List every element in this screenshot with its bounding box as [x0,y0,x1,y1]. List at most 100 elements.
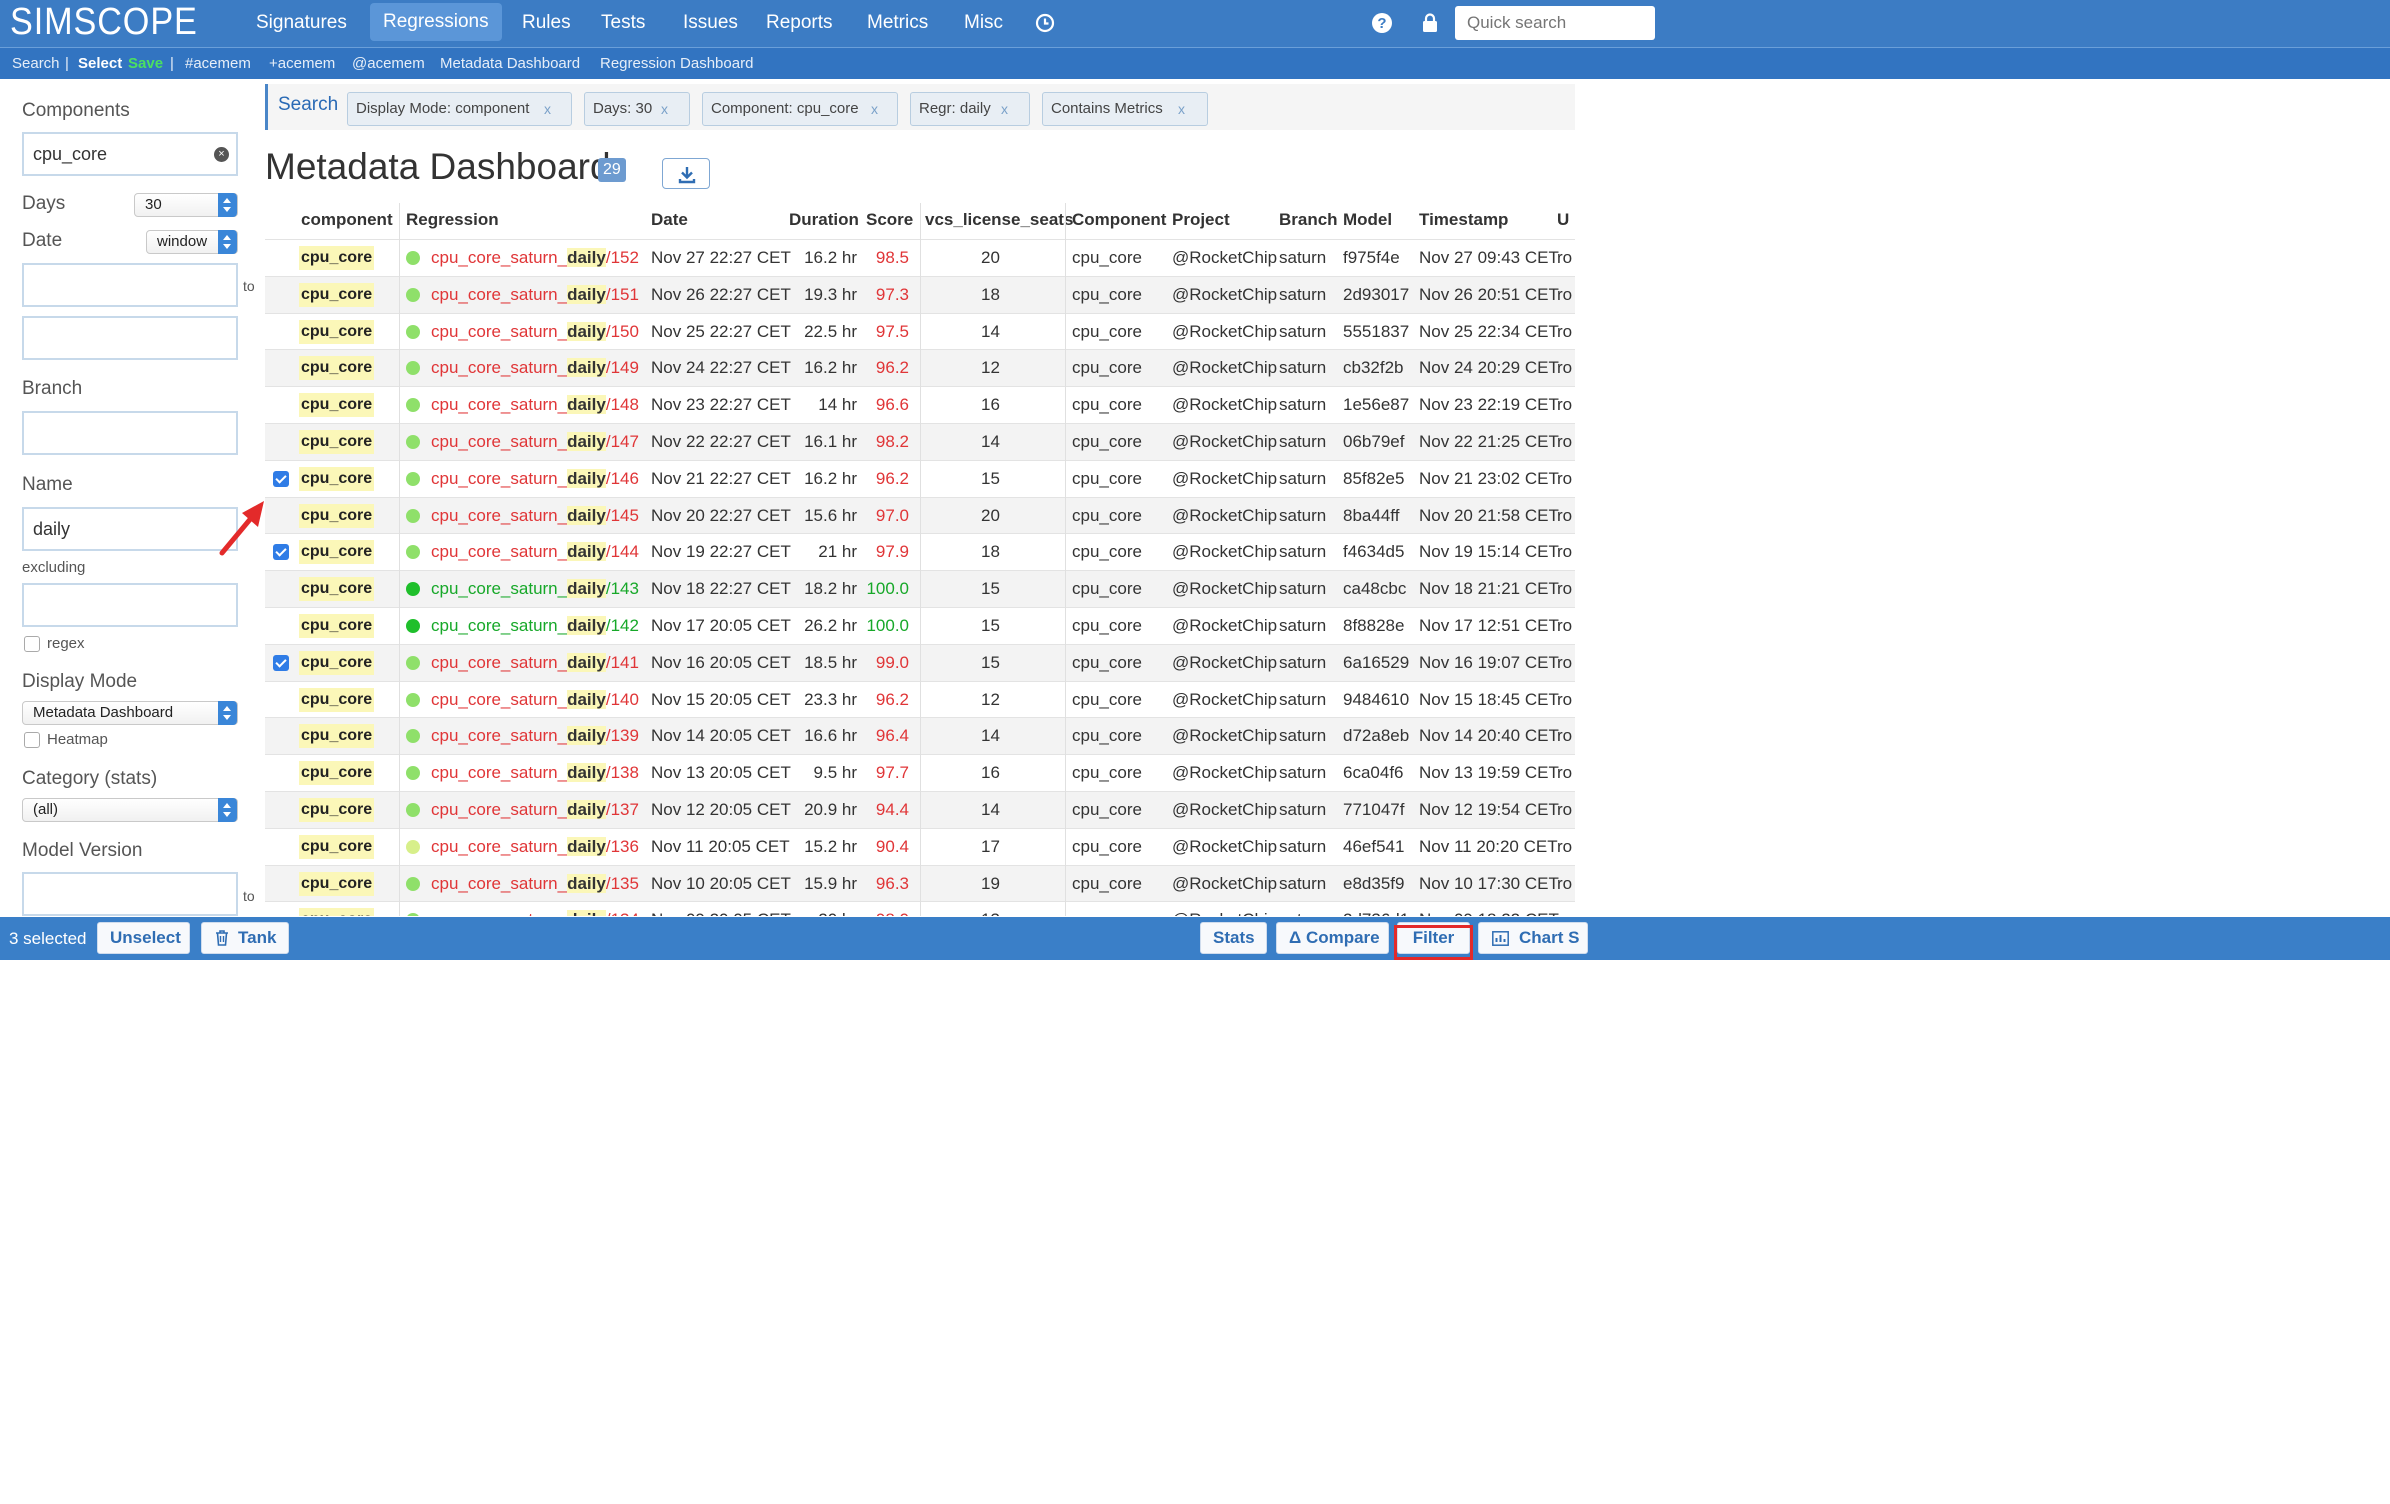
col-header-duration[interactable]: Duration [789,203,859,237]
filter-chip-contains-metrics[interactable]: Contains Metrics x [1042,92,1208,126]
regression-link[interactable]: cpu_core_saturn_daily/139 [431,718,639,754]
component-badge[interactable]: cpu_core [299,430,375,454]
name-field[interactable]: daily [22,507,238,551]
nav-regressions[interactable]: Regressions [370,3,502,41]
col-header-component[interactable]: component [301,203,393,237]
filter-chip-component[interactable]: Component: cpu_core x [702,92,898,126]
subnav-search-link[interactable]: Search [12,48,60,79]
regression-link[interactable]: cpu_core_saturn_daily/137 [431,792,639,828]
brand-logo[interactable]: SIMSCOPE [10,1,198,44]
subnav-link-regression-dashboard[interactable]: Regression Dashboard [600,48,753,79]
regex-checkbox[interactable] [24,636,40,652]
lock-icon[interactable] [1418,11,1442,35]
regression-link[interactable]: cpu_core_saturn_daily/141 [431,645,639,681]
regression-link[interactable]: cpu_core_saturn_daily/147 [431,424,639,460]
excluding-field[interactable] [22,583,238,627]
nav-signatures[interactable]: Signatures [243,0,360,45]
regression-link[interactable]: cpu_core_saturn_daily/136 [431,829,639,865]
row-checkbox-checked[interactable] [273,544,289,561]
component-badge[interactable]: cpu_core [299,356,375,381]
category-select[interactable]: (all) [22,798,238,822]
regression-link[interactable]: cpu_core_saturn_daily/140 [431,682,639,718]
filter-chip-days[interactable]: Days: 30 x [584,92,690,126]
component-badge[interactable]: cpu_core [299,282,375,307]
date-from-field[interactable] [22,263,238,307]
component-badge[interactable]: cpu_core [299,650,375,675]
col-header-u[interactable]: U [1557,203,1569,237]
component-badge[interactable]: cpu_core [299,724,375,749]
component-badge[interactable]: cpu_core [299,834,375,859]
date-select[interactable]: window [146,230,238,254]
subnav-link-hash-acemem[interactable]: #acemem [185,48,251,79]
filter-chip-display-mode[interactable]: Display Mode: component x [347,92,572,126]
component-badge[interactable]: cpu_core [299,466,375,491]
chip-close-icon[interactable]: x [1001,93,1008,125]
subnav-select-link[interactable]: Select [78,48,122,79]
regression-link[interactable]: cpu_core_saturn_daily/150 [431,314,639,350]
regression-link[interactable]: cpu_core_saturn_daily/152 [431,240,639,276]
col-header-date[interactable]: Date [651,203,688,237]
regression-link[interactable]: cpu_core_saturn_daily/138 [431,755,639,791]
chip-close-icon[interactable]: x [871,93,878,125]
branch-field[interactable] [22,411,238,455]
nav-rules[interactable]: Rules [509,0,584,45]
tank-button[interactable]: Tank [201,922,289,954]
col-header-model[interactable]: Model [1343,203,1392,237]
subnav-link-plus-acemem[interactable]: +acemem [269,48,335,79]
chip-close-icon[interactable]: x [544,93,551,125]
display-mode-select[interactable]: Metadata Dashboard [22,701,238,725]
col-header-branch[interactable]: Branch [1279,203,1338,237]
stats-button[interactable]: Stats [1200,922,1267,954]
nav-tests[interactable]: Tests [588,0,658,45]
chart-button[interactable]: Chart S [1478,922,1588,954]
col-header-timestamp[interactable]: Timestamp [1419,203,1508,237]
component-badge[interactable]: cpu_core [299,687,375,712]
chip-close-icon[interactable]: x [1178,93,1185,125]
nav-issues[interactable]: Issues [670,0,751,45]
regression-link[interactable]: cpu_core_saturn_daily/146 [431,461,639,497]
col-header-component-meta[interactable]: Component [1072,203,1166,237]
component-badge[interactable]: cpu_core [299,540,375,565]
regression-link[interactable]: cpu_core_saturn_daily/145 [431,498,639,534]
regression-link[interactable]: cpu_core_saturn_daily/134 [431,902,639,916]
nav-reports[interactable]: Reports [753,0,846,45]
component-badge[interactable]: cpu_core [299,614,375,638]
component-badge[interactable]: cpu_core [299,577,375,602]
filter-chip-regr[interactable]: Regr: daily x [910,92,1030,126]
unselect-button[interactable]: Unselect [97,922,190,954]
col-header-vcs-license-seats[interactable]: vcs_license_seats [925,203,1073,237]
regression-link[interactable]: cpu_core_saturn_daily/148 [431,387,639,423]
quick-search-input[interactable] [1455,6,1655,40]
subnav-link-at-acemem[interactable]: @acemem [352,48,425,79]
components-field[interactable]: cpu_core × [22,132,238,176]
nav-misc[interactable]: Misc [951,0,1016,45]
clear-icon[interactable]: × [214,147,229,162]
col-header-project[interactable]: Project [1172,203,1230,237]
regression-link[interactable]: cpu_core_saturn_daily/135 [431,866,639,902]
col-header-score[interactable]: Score [866,203,913,237]
component-badge[interactable]: cpu_core [299,908,375,916]
regression-link[interactable]: cpu_core_saturn_daily/144 [431,534,639,570]
component-badge[interactable]: cpu_core [299,798,375,822]
col-header-regression[interactable]: Regression [406,203,499,237]
component-badge[interactable]: cpu_core [299,393,375,418]
nav-metrics[interactable]: Metrics [854,0,941,45]
component-badge[interactable]: cpu_core [299,503,375,528]
days-select[interactable]: 30 [134,193,238,217]
compare-button[interactable]: Δ Compare [1276,922,1389,954]
help-icon[interactable]: ? [1370,11,1394,35]
heatmap-checkbox[interactable] [24,732,40,748]
regression-link[interactable]: cpu_core_saturn_daily/151 [431,277,639,313]
download-button[interactable] [662,158,710,189]
chip-close-icon[interactable]: x [661,93,668,125]
row-checkbox-checked[interactable] [273,654,289,671]
subnav-save-link[interactable]: Save [128,48,163,79]
history-clock-icon[interactable] [1033,11,1057,35]
regression-link[interactable]: cpu_core_saturn_daily/149 [431,350,639,386]
date-to-field[interactable] [22,316,238,360]
subnav-link-metadata-dashboard[interactable]: Metadata Dashboard [440,48,580,79]
component-badge[interactable]: cpu_core [299,871,375,896]
row-checkbox-checked[interactable] [273,470,289,487]
regression-link[interactable]: cpu_core_saturn_daily/142 [431,608,639,644]
regression-link[interactable]: cpu_core_saturn_daily/143 [431,571,639,607]
